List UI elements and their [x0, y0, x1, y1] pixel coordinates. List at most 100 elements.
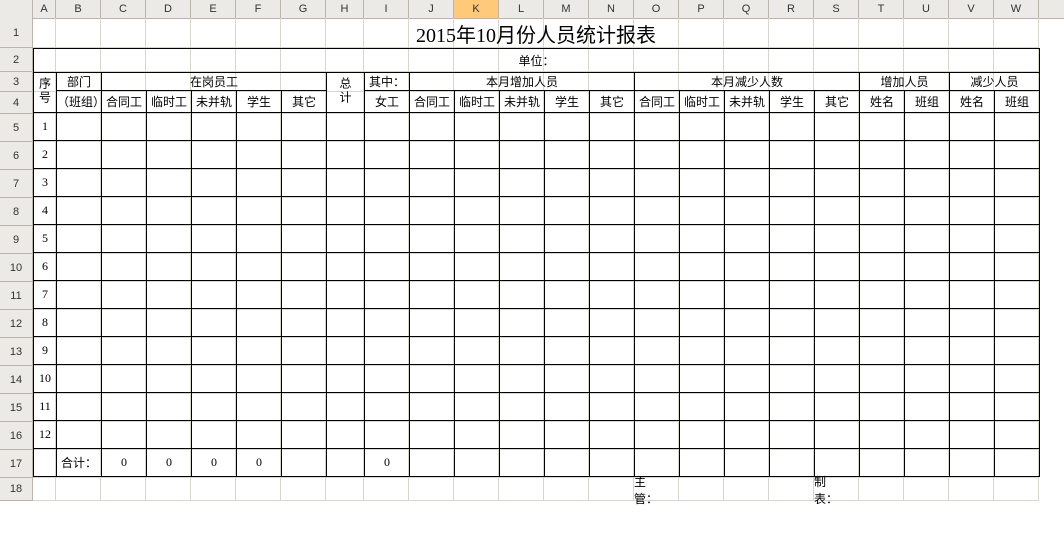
data-cell[interactable] — [102, 225, 147, 253]
row-header-14[interactable]: 14 — [0, 366, 33, 394]
cell[interactable] — [146, 478, 191, 501]
data-cell[interactable] — [950, 337, 995, 365]
row-header-12[interactable]: 12 — [0, 310, 33, 338]
data-cell[interactable] — [57, 141, 102, 169]
cell[interactable] — [859, 478, 904, 501]
data-cell[interactable] — [635, 197, 680, 225]
data-cell[interactable] — [57, 197, 102, 225]
data-cell[interactable] — [905, 113, 950, 141]
column-header-P[interactable]: P — [679, 0, 724, 18]
data-cell[interactable] — [410, 365, 455, 393]
data-cell[interactable] — [635, 253, 680, 281]
data-cell[interactable] — [680, 253, 725, 281]
cell[interactable] — [994, 478, 1039, 501]
row-header-2[interactable]: 2 — [0, 48, 33, 72]
row-seq[interactable]: 6 — [34, 253, 57, 281]
data-cell[interactable] — [590, 421, 635, 449]
data-cell[interactable] — [192, 281, 237, 309]
cell[interactable] — [499, 478, 544, 501]
data-cell[interactable] — [590, 197, 635, 225]
data-cell[interactable] — [725, 141, 770, 169]
data-cell[interactable] — [57, 225, 102, 253]
cell[interactable] — [454, 478, 499, 501]
data-cell[interactable] — [995, 197, 1040, 225]
data-cell[interactable] — [365, 169, 410, 197]
data-cell[interactable] — [327, 421, 365, 449]
data-cell[interactable] — [102, 421, 147, 449]
data-cell[interactable] — [147, 253, 192, 281]
data-cell[interactable] — [410, 281, 455, 309]
data-cell[interactable] — [680, 225, 725, 253]
cell[interactable] — [589, 478, 634, 501]
cell[interactable] — [191, 478, 236, 501]
data-cell[interactable] — [725, 253, 770, 281]
row-header-5[interactable]: 5 — [0, 114, 33, 142]
data-cell[interactable] — [950, 309, 995, 337]
data-cell[interactable] — [365, 225, 410, 253]
data-cell[interactable] — [950, 113, 995, 141]
data-cell[interactable] — [237, 337, 282, 365]
data-cell[interactable] — [282, 421, 327, 449]
data-cell[interactable] — [950, 421, 995, 449]
data-cell[interactable] — [770, 337, 815, 365]
data-cell[interactable] — [950, 169, 995, 197]
row-header-18[interactable]: 18 — [0, 478, 33, 501]
data-cell[interactable] — [950, 141, 995, 169]
cell[interactable] — [769, 478, 814, 501]
data-cell[interactable] — [545, 393, 590, 421]
column-header-N[interactable]: N — [589, 0, 634, 18]
data-cell[interactable] — [57, 365, 102, 393]
data-cell[interactable] — [545, 365, 590, 393]
row-header-13[interactable]: 13 — [0, 338, 33, 366]
data-cell[interactable] — [590, 337, 635, 365]
data-cell[interactable] — [545, 197, 590, 225]
data-cell[interactable] — [102, 197, 147, 225]
cell[interactable] — [724, 478, 769, 501]
cell[interactable] — [679, 478, 724, 501]
data-cell[interactable] — [192, 421, 237, 449]
row-header-11[interactable]: 11 — [0, 282, 33, 310]
data-cell[interactable] — [192, 365, 237, 393]
data-cell[interactable] — [680, 421, 725, 449]
data-cell[interactable] — [860, 337, 905, 365]
column-header-Q[interactable]: Q — [724, 0, 769, 18]
data-cell[interactable] — [905, 253, 950, 281]
data-cell[interactable] — [725, 421, 770, 449]
data-cell[interactable] — [635, 393, 680, 421]
data-cell[interactable] — [365, 253, 410, 281]
data-cell[interactable] — [950, 281, 995, 309]
data-cell[interactable] — [282, 169, 327, 197]
data-cell[interactable] — [237, 281, 282, 309]
row-seq[interactable]: 9 — [34, 337, 57, 365]
data-cell[interactable] — [237, 141, 282, 169]
data-cell[interactable] — [500, 281, 545, 309]
data-cell[interactable] — [500, 393, 545, 421]
data-cell[interactable] — [237, 309, 282, 337]
cell[interactable] — [236, 478, 281, 501]
column-header-F[interactable]: F — [236, 0, 281, 18]
data-cell[interactable] — [725, 225, 770, 253]
data-cell[interactable] — [57, 421, 102, 449]
data-cell[interactable] — [410, 225, 455, 253]
row-header-10[interactable]: 10 — [0, 254, 33, 282]
data-cell[interactable] — [327, 141, 365, 169]
data-cell[interactable] — [815, 253, 860, 281]
data-cell[interactable] — [905, 225, 950, 253]
data-cell[interactable] — [770, 421, 815, 449]
data-cell[interactable] — [147, 281, 192, 309]
data-cell[interactable] — [455, 421, 500, 449]
data-cell[interactable] — [545, 225, 590, 253]
data-cell[interactable] — [545, 141, 590, 169]
column-header-A[interactable]: A — [33, 0, 56, 18]
column-header-W[interactable]: W — [994, 0, 1039, 18]
data-cell[interactable] — [365, 393, 410, 421]
data-cell[interactable] — [237, 169, 282, 197]
data-cell[interactable] — [327, 169, 365, 197]
data-cell[interactable] — [995, 141, 1040, 169]
data-cell[interactable] — [192, 169, 237, 197]
data-cell[interactable] — [815, 337, 860, 365]
data-cell[interactable] — [815, 393, 860, 421]
column-header-L[interactable]: L — [499, 0, 544, 18]
data-cell[interactable] — [680, 309, 725, 337]
data-cell[interactable] — [545, 253, 590, 281]
